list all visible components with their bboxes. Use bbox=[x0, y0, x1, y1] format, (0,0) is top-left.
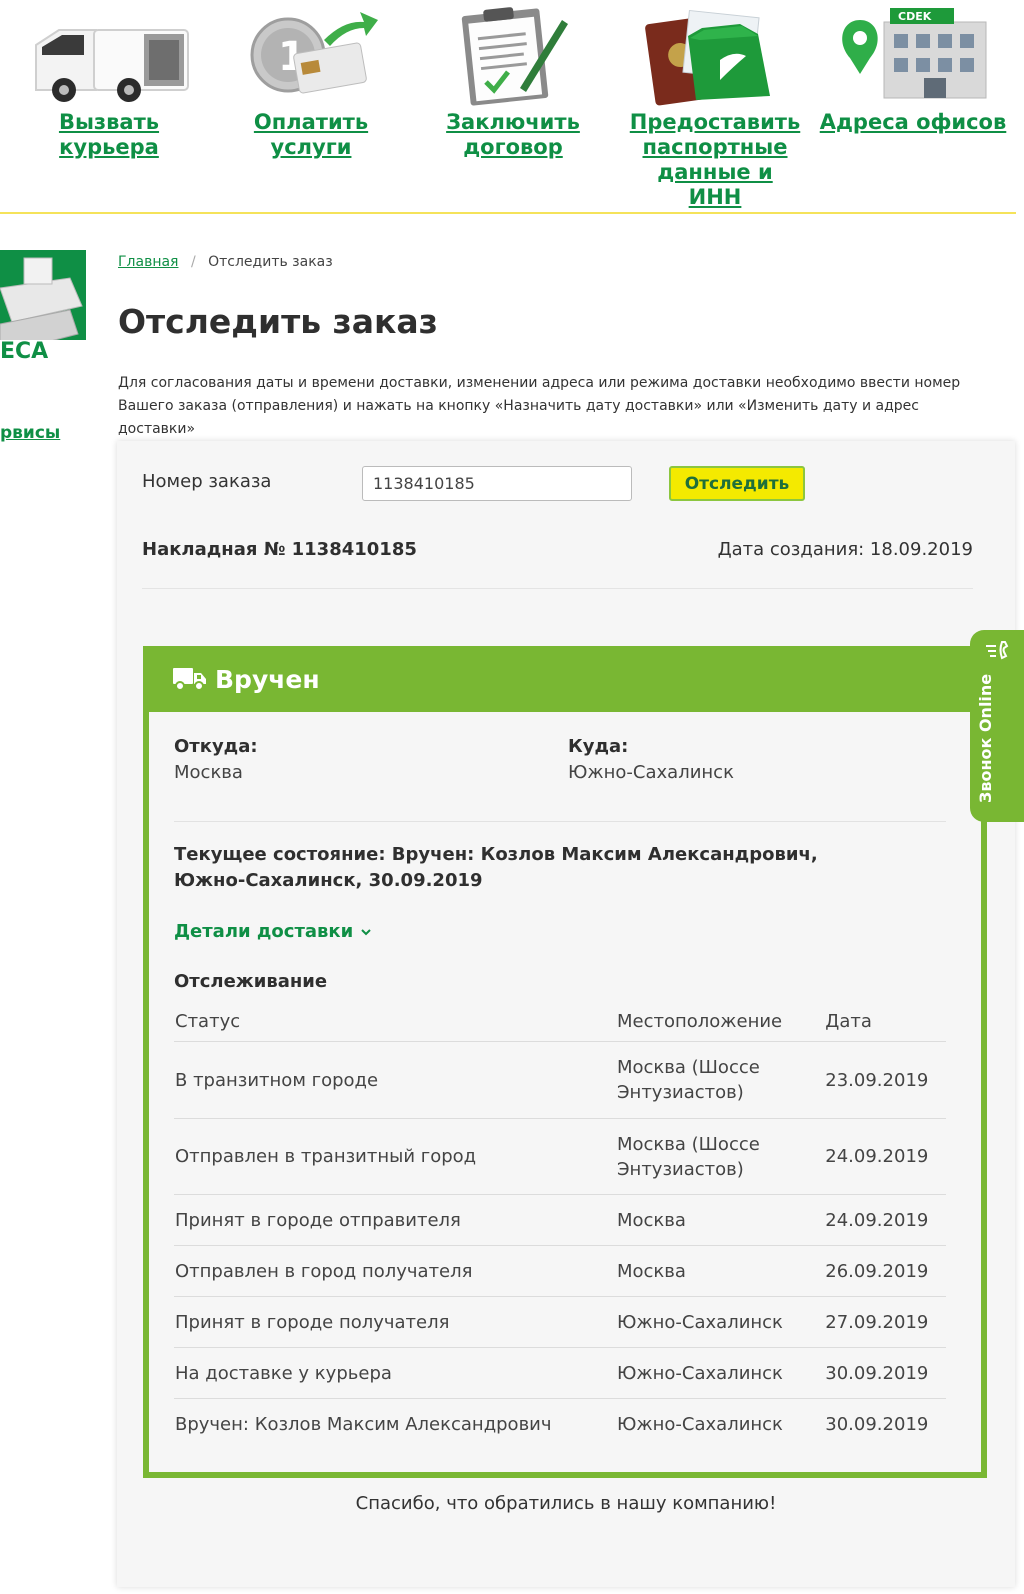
breadcrumb-home-link[interactable]: Главная bbox=[118, 254, 178, 270]
chevron-down-icon bbox=[360, 929, 371, 936]
date-cell: 26.09.2019 bbox=[824, 1245, 946, 1297]
status-header: Вручен bbox=[143, 646, 987, 712]
location-cell: Южно-Сахалинск bbox=[615, 1347, 825, 1399]
location-cell: Москва (Шоссе Энтузиастов) bbox=[615, 1118, 825, 1195]
page-description: Для согласования даты и времени доставки… bbox=[118, 375, 961, 437]
contract-clipboard-icon bbox=[428, 0, 598, 110]
breadcrumb: Главная / Отследить заказ bbox=[118, 254, 333, 270]
nav-label[interactable]: Адреса офисов bbox=[820, 110, 1007, 135]
thank-you-message: Спасибо, что обратились в нашу компанию! bbox=[355, 1493, 777, 1514]
track-button[interactable]: Отследить bbox=[669, 466, 805, 501]
status-cell: В транзитном городе bbox=[174, 1041, 616, 1119]
column-header-date: Дата bbox=[824, 1001, 946, 1042]
office-sign-text: CDEK bbox=[898, 10, 932, 23]
location-cell: Москва (Шоссе Энтузиастов) bbox=[615, 1041, 825, 1119]
table-row: Принят в городе получателя Южно-Сахалинс… bbox=[174, 1296, 946, 1348]
location-cell: Южно-Сахалинск bbox=[616, 1413, 783, 1435]
table-row: Вручен: Козлов Максим Александрович Южно… bbox=[174, 1399, 946, 1450]
tracking-title: Отслеживание bbox=[174, 971, 328, 992]
date-cell: 24.09.2019 bbox=[824, 1118, 946, 1195]
call-online-widget[interactable]: Звонок Online bbox=[970, 630, 1024, 822]
to-label: Куда: bbox=[568, 736, 629, 757]
column-header-status: Статус bbox=[174, 1001, 616, 1042]
table-row: Отправлен в город получателя Москва 26.0… bbox=[174, 1245, 946, 1297]
date-cell: 23.09.2019 bbox=[824, 1041, 946, 1119]
location-cell: Москва bbox=[615, 1194, 825, 1246]
status-cell: На доставке у курьера bbox=[174, 1347, 616, 1399]
status-title: Вручен bbox=[215, 664, 320, 694]
status-cell: Отправлен в город получателя bbox=[174, 1245, 616, 1297]
location-cell: Москва bbox=[615, 1245, 825, 1297]
table-row: В транзитном городе Москва (Шоссе Энтузи… bbox=[174, 1041, 946, 1119]
column-header-location: Местоположение bbox=[615, 1001, 825, 1042]
sidebar-services-link[interactable]: рвисы bbox=[0, 423, 60, 443]
invoice-number: Накладная № 1138410185 bbox=[142, 539, 417, 560]
tracking-table: Статус Местоположение Дата В транзитном … bbox=[174, 1001, 946, 1450]
courier-van-icon bbox=[24, 0, 194, 110]
delivery-details-toggle[interactable]: Детали доставки bbox=[174, 921, 372, 942]
route-from: Откуда: Москва bbox=[174, 734, 258, 786]
divider bbox=[142, 588, 973, 589]
creation-date: Дата создания: 18.09.2019 bbox=[717, 539, 973, 560]
order-number-input[interactable] bbox=[362, 466, 632, 501]
page-title: Отследить заказ bbox=[118, 302, 438, 341]
nav-office-addresses[interactable]: CDEK Адреса офисов bbox=[818, 0, 1008, 135]
nav-sign-contract[interactable]: Заключить договор bbox=[428, 0, 598, 160]
date-cell: 30.09.2019 bbox=[824, 1347, 946, 1399]
tracking-card: Номер заказа Отследить Накладная № 11384… bbox=[117, 441, 1015, 1587]
truck-icon bbox=[173, 668, 206, 691]
divider bbox=[174, 821, 946, 822]
nav-call-courier[interactable]: Вызвать курьера bbox=[24, 0, 194, 160]
nav-label[interactable]: Предоставить паспортные данные и ИНН bbox=[630, 110, 800, 210]
table-row: Принят в городе отправителя Москва 24.09… bbox=[174, 1194, 946, 1246]
payment-card-icon: 1 bbox=[226, 0, 396, 110]
nav-passport-data[interactable]: Предоставить паспортные данные и ИНН bbox=[630, 0, 800, 210]
nav-label[interactable]: Заключить договор bbox=[446, 110, 580, 160]
delivery-details-label: Детали доставки bbox=[174, 921, 354, 942]
date-cell: 30.09.2019 bbox=[825, 1413, 929, 1435]
route-to: Куда: Южно-Сахалинск bbox=[568, 734, 734, 786]
delivery-status-block: Вручен Откуда: Москва Куда: Южно-Сахалин… bbox=[143, 646, 987, 1478]
passport-icon bbox=[630, 0, 800, 110]
to-value: Южно-Сахалинск bbox=[568, 762, 734, 783]
table-row: Отправлен в транзитный город Москва (Шос… bbox=[174, 1118, 946, 1195]
breadcrumb-separator: / bbox=[190, 254, 196, 270]
sidebar-promo-text: ЕСА bbox=[0, 339, 49, 364]
nav-pay-services[interactable]: 1 Оплатить услуги bbox=[226, 0, 396, 160]
service-nav: Вызвать курьера 1 Оплатить услуги Заключ… bbox=[0, 0, 1016, 214]
status-cell: Вручен: Козлов Максим Александрович bbox=[175, 1413, 552, 1435]
nav-label[interactable]: Вызвать курьера bbox=[59, 110, 159, 160]
date-cell: 24.09.2019 bbox=[824, 1194, 946, 1246]
status-cell: Отправлен в транзитный город bbox=[174, 1118, 616, 1195]
from-value: Москва bbox=[174, 762, 243, 783]
phone-icon bbox=[986, 641, 1009, 660]
current-state: Текущее состояние: Вручен: Козлов Максим… bbox=[174, 844, 818, 891]
table-row: На доставке у курьера Южно-Сахалинск 30.… bbox=[174, 1347, 946, 1399]
date-cell: 27.09.2019 bbox=[824, 1296, 946, 1348]
nav-label[interactable]: Оплатить услуги bbox=[254, 110, 368, 160]
office-building-icon: CDEK bbox=[828, 0, 998, 110]
table-header-row: Статус Местоположение Дата bbox=[174, 1001, 946, 1042]
breadcrumb-current: Отследить заказ bbox=[208, 254, 333, 270]
call-online-label: Звонок Online bbox=[976, 673, 995, 803]
status-cell: Принят в городе отправителя bbox=[174, 1194, 616, 1246]
order-number-label: Номер заказа bbox=[142, 471, 272, 492]
status-cell: Принят в городе получателя bbox=[174, 1296, 616, 1348]
from-label: Откуда: bbox=[174, 736, 258, 757]
location-cell: Южно-Сахалинск bbox=[615, 1296, 825, 1348]
